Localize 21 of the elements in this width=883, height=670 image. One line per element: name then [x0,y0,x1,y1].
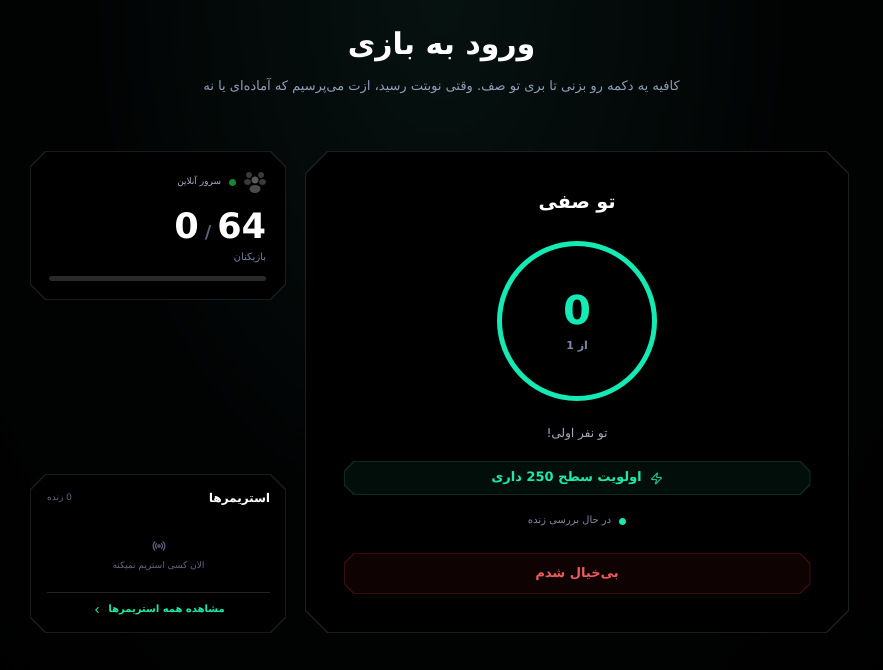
count-separator: / [204,223,212,243]
page-subtitle: کافیه یه دکمه رو بزنی تا بری تو صف. وقتی نوبتت رسید، ازت می‌پرسیم که آماده‌ای یا نه [203,78,680,96]
broadcast-icon [152,539,166,553]
player-capacity: 64 [217,207,266,247]
queue-title: تو صفی [538,190,616,215]
live-count: 0 زنده [47,492,72,504]
lightning-icon [650,472,663,484]
queue-position: 0 [563,289,591,333]
player-count: 0 [174,207,199,247]
all-streamers-link[interactable]: مشاهده همه استریمرها [92,603,225,617]
people-icon [244,171,266,193]
status-text: در حال بررسی زنده [528,514,612,528]
priority-text: اولویت سطح 250 داری [491,470,642,486]
streamers-title: استریمرها [208,490,270,506]
cancel-button[interactable]: بی‌خیال شدم [344,553,810,594]
queue-total: از 1 [566,339,588,353]
empty-message: الان کسی استریم نمیکنه [112,560,204,572]
queue-message: تو نفر اولی! [546,425,608,441]
players-caption: بازیکنان [234,251,266,265]
server-status: سرور آنلاین [177,176,221,188]
page-title: ورود به بازی [348,26,536,64]
